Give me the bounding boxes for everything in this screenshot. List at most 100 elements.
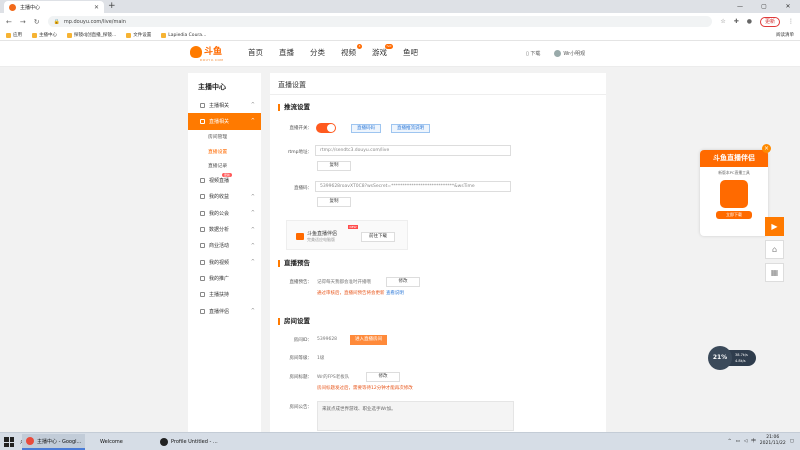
sidebar-sub-live-settings[interactable]: 直播设置 [188, 144, 261, 158]
tray-chevron-icon[interactable]: ^ [728, 439, 732, 444]
sidebar-item-promotion[interactable]: 我的推广 [188, 270, 261, 286]
close-icon[interactable]: ✕ [94, 4, 99, 11]
back-icon[interactable]: ← [6, 18, 12, 26]
nav-games[interactable]: 游戏 hot [372, 44, 393, 58]
film-icon [200, 259, 205, 265]
user-icon [200, 102, 205, 108]
companion-download-button[interactable]: 前往下载 [361, 232, 395, 242]
notification-icon[interactable]: ▢ [790, 439, 794, 444]
taskbar-app-obs[interactable]: Profile Untitled - ... [156, 434, 222, 450]
download-link[interactable]: ▯ 下载 [526, 50, 540, 57]
minimize-icon[interactable]: — [728, 0, 752, 13]
maximize-icon[interactable]: ▢ [752, 0, 776, 13]
bookmark-icon [161, 32, 167, 38]
sidebar-item-guild[interactable]: 我的公会 ^ [188, 205, 261, 221]
window-close-icon[interactable]: ✕ [776, 0, 800, 13]
nav-category[interactable]: 分类 [310, 47, 325, 58]
forward-icon[interactable]: → [20, 18, 26, 26]
sidebar: 主播中心 主播相关 ^ 直播相关 ^ 房间管理 直播设置 直播记录 视频直播 更新 我… [188, 73, 261, 433]
apps-icon [6, 32, 11, 38]
notice-label: 直播预告： [289, 280, 313, 285]
notice-warning: 通过审核后，直播间预告将会更新 查看说明 [317, 291, 404, 296]
sidebar-item-my-video[interactable]: 我的视频 ^ [188, 254, 261, 270]
live-switch-toggle[interactable] [316, 123, 336, 133]
bookmark-apps[interactable]: 应用 [6, 32, 22, 38]
sidebar-item-business[interactable]: 商业活动 ^ [188, 238, 261, 254]
new-tab-icon[interactable]: + [108, 1, 116, 12]
copy-rtmp-button[interactable]: 复制 [317, 161, 351, 171]
sidebar-item-anchor[interactable]: 主播相关 ^ [188, 97, 261, 113]
sidebar-sub-room[interactable]: 房间管理 [188, 130, 261, 144]
browser-tab-bar: 主播中心 ✕ + — ▢ ✕ [0, 0, 800, 13]
ad-desc: 新版本PC直播工具 [718, 170, 750, 175]
sidebar-item-video-live[interactable]: 视频直播 更新 [188, 172, 261, 188]
user-menu[interactable]: Wr小明观 [554, 50, 585, 57]
tab-title: 主播中心 [20, 4, 41, 11]
bookmark-item[interactable]: Lapiedia Coura... [161, 32, 206, 38]
room-notice-label: 房间公告： [289, 405, 313, 410]
stream-code-button[interactable]: 直播码码 [351, 124, 381, 133]
network-speed-widget[interactable]: 38.7k/s 4.8k/s 21% [708, 346, 756, 370]
taskbar-app-welcome[interactable]: Welcome [96, 434, 127, 450]
edit-notice-button[interactable]: 修改 [386, 277, 420, 287]
ad-download-button[interactable]: 立即下载 [716, 211, 752, 219]
bookmark-item[interactable]: 主播中心 [32, 32, 57, 38]
sidebar-item-income[interactable]: 我的收益 ^ [188, 189, 261, 205]
star-icon[interactable]: ☆ [720, 18, 725, 25]
input-language[interactable]: 中 [751, 438, 756, 444]
bookmark-item[interactable]: 探镜dJ创直播_探镜... [67, 32, 116, 38]
sidebar-item-companion[interactable]: 直播伴侣 ^ [188, 303, 261, 319]
third-party-stream-button[interactable]: 直播推流说明 [391, 124, 430, 133]
nav-video[interactable]: 视频 4 [341, 44, 362, 58]
reload-icon[interactable]: ↻ [34, 18, 40, 26]
profile-avatar[interactable]: ● [747, 18, 752, 25]
copy-code-button[interactable]: 复制 [317, 197, 351, 207]
room-notice-textarea[interactable]: 来就点成世界游戏、职业选手Wr加。 [317, 401, 514, 431]
address-bar: ← → ↻ 🔒 mp.douyu.com/live/main ☆ ✚ ● 更新 … [0, 13, 800, 30]
sidebar-item-data[interactable]: 数据分析 ^ [188, 221, 261, 237]
play-icon[interactable]: ▶ [765, 217, 784, 236]
volume-icon[interactable]: ◁ [744, 439, 747, 444]
reading-list[interactable]: 阅读清单 [776, 32, 794, 38]
windows-start-icon[interactable] [4, 437, 14, 447]
room-title-label: 房间标题： [289, 375, 313, 380]
clock[interactable]: 21:06 2021/11/22 [760, 435, 786, 447]
home-icon[interactable]: ⌂ [765, 240, 784, 259]
companion-ad[interactable]: 斗鱼直播伴侣 新版本PC直播工具 立即下载 [700, 150, 768, 236]
nav-live[interactable]: 直播 [279, 47, 294, 58]
sidebar-sub-records[interactable]: 直播记录 [188, 158, 261, 172]
extension-icon[interactable]: ✚ [734, 18, 739, 25]
nav-fishbar[interactable]: 鱼吧 [403, 47, 418, 58]
update-button[interactable]: 更新 [759, 16, 780, 27]
avatar [554, 50, 562, 57]
chrome-icon [26, 437, 34, 445]
phone-icon: ▯ [526, 51, 529, 57]
rtmp-address-field[interactable]: rtmp://sendtc3.douyu.com/live [315, 145, 511, 156]
stream-code-field[interactable]: 5399628roavXT0C8?wsSecret=**************… [315, 181, 511, 192]
douyu-logo[interactable]: 斗鱼 DOUYU.COM [190, 46, 223, 62]
app-qr-icon[interactable]: ▦ [765, 263, 784, 282]
live-icon [200, 118, 205, 124]
bookmark-item[interactable]: 文件设置 [126, 32, 151, 38]
ad-close-icon[interactable]: × [762, 144, 771, 153]
stream-code-label: 直播码： [294, 186, 312, 191]
main-nav: 首页 直播 分类 视频 4 游戏 hot 鱼吧 [248, 44, 418, 58]
folder-icon [126, 32, 132, 38]
edit-room-title-button[interactable]: 修改 [366, 372, 400, 382]
companion-icon [296, 233, 304, 240]
enter-room-button[interactable]: 进入直播房间 [350, 335, 387, 345]
sidebar-item-live[interactable]: 直播相关 ^ [188, 113, 261, 130]
lock-icon: 🔒 [53, 18, 60, 25]
cpu-percent: 21% [708, 346, 732, 370]
companion-icon [200, 308, 205, 314]
url-input[interactable]: 🔒 mp.douyu.com/live/main [47, 16, 713, 27]
menu-icon[interactable]: ⋮ [788, 18, 794, 25]
section-notice: 直播预告 [278, 260, 310, 267]
nav-home[interactable]: 首页 [248, 47, 263, 58]
room-level-value: 1级 [317, 356, 325, 361]
network-icon[interactable]: ▭ [736, 439, 740, 444]
taskbar-app-chrome[interactable]: 主播中心 - Googl... [22, 434, 86, 450]
notice-help-link[interactable]: 查看说明 [386, 291, 404, 296]
browser-tab[interactable]: 主播中心 ✕ [4, 1, 104, 13]
sidebar-item-support[interactable]: 主播扶持 [188, 287, 261, 303]
